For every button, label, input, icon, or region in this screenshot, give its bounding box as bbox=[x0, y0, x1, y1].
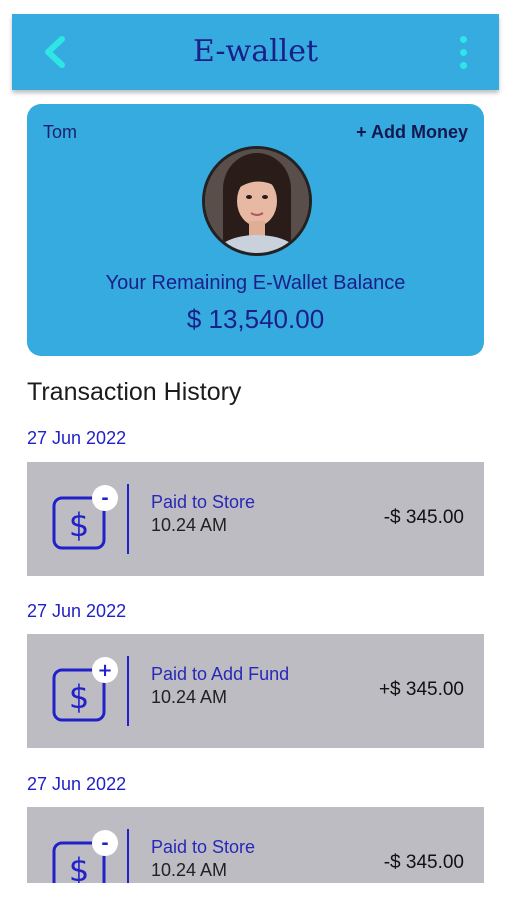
svg-text:-: - bbox=[101, 833, 108, 854]
app-bar: E-wallet bbox=[12, 14, 499, 90]
svg-text:$: $ bbox=[69, 506, 89, 544]
row-divider bbox=[127, 829, 129, 883]
transaction-row[interactable]: $ - Paid to Store 10.24 AM -$ 345.00 bbox=[27, 807, 484, 883]
page-title: E-wallet bbox=[192, 34, 319, 69]
dollar-minus-icon: $ - bbox=[52, 485, 118, 550]
balance-label: Your Remaining E-Wallet Balance bbox=[105, 272, 406, 294]
transaction-history-title: Transaction History bbox=[27, 378, 242, 406]
transaction-date: 27 Jun 2022 bbox=[27, 428, 127, 448]
transaction-description: Paid to Store bbox=[151, 492, 256, 512]
more-vertical-icon[interactable] bbox=[457, 36, 469, 70]
user-name: Tom bbox=[43, 122, 78, 142]
transaction-amount: -$ 345.00 bbox=[383, 852, 464, 873]
transaction-description: Paid to Add Fund bbox=[151, 664, 290, 684]
transaction-date: 27 Jun 2022 bbox=[27, 601, 127, 621]
balance-amount: $ 13,540.00 bbox=[186, 304, 325, 334]
transaction-description: Paid to Store bbox=[151, 837, 256, 857]
transaction-row[interactable]: $ - Paid to Store 10.24 AM -$ 345.00 bbox=[27, 462, 484, 576]
svg-text:$: $ bbox=[69, 678, 89, 716]
transaction-amount: +$ 345.00 bbox=[378, 679, 464, 700]
row-divider bbox=[127, 656, 129, 726]
transaction-date: 27 Jun 2022 bbox=[27, 774, 127, 794]
svg-text:-: - bbox=[101, 488, 108, 509]
add-money-button[interactable]: + Add Money bbox=[356, 122, 468, 143]
row-divider bbox=[127, 484, 129, 554]
transaction-time: 10.24 AM bbox=[151, 687, 228, 707]
svg-text:$: $ bbox=[69, 851, 89, 883]
transaction-time: 10.24 AM bbox=[151, 860, 228, 880]
svg-text:+: + bbox=[97, 660, 112, 681]
wallet-card: Tom + Add Money Your Remaining E-Wallet … bbox=[27, 104, 484, 356]
dollar-plus-icon: $ + bbox=[52, 657, 118, 722]
transaction-amount: -$ 345.00 bbox=[383, 507, 464, 528]
avatar bbox=[202, 146, 312, 256]
transaction-row[interactable]: $ + Paid to Add Fund 10.24 AM +$ 345.00 bbox=[27, 634, 484, 748]
transaction-time: 10.24 AM bbox=[151, 515, 228, 535]
dollar-minus-icon: $ - bbox=[52, 830, 118, 883]
